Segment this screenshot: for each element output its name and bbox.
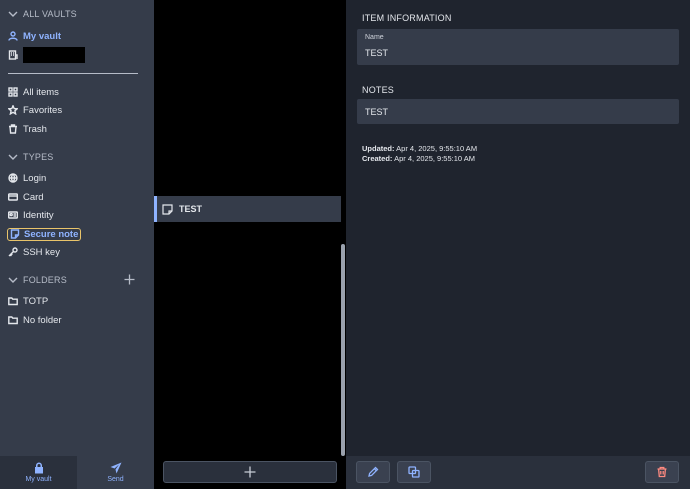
updated-meta: Updated: Apr 4, 2025, 9:55:10 AM	[362, 144, 477, 153]
sidebar-item-label: No folder	[23, 314, 62, 326]
sidebar-item-card[interactable]: Card	[8, 188, 44, 206]
folders-heading: FOLDERS	[23, 275, 67, 285]
all-vaults-heading: ALL VAULTS	[23, 9, 77, 19]
folder-icon	[8, 315, 18, 325]
list-item[interactable]: TEST	[154, 196, 341, 222]
sidebar-item-label: Card	[23, 191, 44, 203]
sidebar-item-favorites[interactable]: Favorites	[8, 101, 62, 119]
sidebar-item-organization[interactable]	[8, 46, 85, 64]
nav-label: My vault	[25, 476, 52, 483]
sidebar: ALL VAULTS My vault All items Favorites …	[0, 0, 154, 489]
nav-my-vault-button[interactable]: My vault	[0, 456, 77, 489]
sidebar-item-no-folder[interactable]: No folder	[8, 311, 62, 329]
name-field-label: Name	[365, 34, 384, 41]
globe-icon	[8, 173, 18, 183]
folder-icon	[8, 296, 18, 306]
sidebar-item-label: My vault	[23, 30, 62, 42]
created-value: Apr 4, 2025, 9:55:10 AM	[394, 154, 475, 163]
clone-button[interactable]	[397, 461, 431, 483]
secure-note-highlight: Secure note	[6, 227, 82, 241]
name-field-value: TEST	[365, 48, 389, 58]
pencil-icon	[368, 466, 379, 477]
sidebar-item-label: Secure note	[24, 228, 79, 240]
note-icon	[10, 229, 20, 239]
key-icon	[8, 247, 18, 257]
notes-heading: NOTES	[362, 85, 395, 95]
sidebar-item-label: Favorites	[23, 104, 63, 116]
grid-icon	[8, 87, 18, 97]
sidebar-item-label: SSH key	[23, 246, 60, 258]
nav-send-button[interactable]: Send	[77, 456, 154, 489]
list-footer	[154, 456, 346, 489]
item-detail: ITEM INFORMATION Name TEST NOTES TEST Up…	[346, 0, 690, 456]
sidebar-item-ssh-key[interactable]: SSH key	[8, 243, 60, 261]
note-icon	[162, 203, 173, 215]
plus-icon	[124, 274, 134, 284]
credit-card-icon	[8, 192, 18, 202]
notes-field[interactable]: TEST	[357, 99, 679, 124]
chevron-down-icon	[8, 152, 18, 162]
item-list: TEST	[154, 0, 346, 456]
item-information-heading: ITEM INFORMATION	[362, 13, 452, 23]
redacted-organization-name	[23, 47, 85, 63]
edit-button[interactable]	[356, 461, 390, 483]
notes-field-value: TEST	[365, 107, 389, 117]
sidebar-item-login[interactable]: Login	[8, 169, 46, 187]
sidebar-item-label: Identity	[23, 209, 54, 221]
sidebar-item-identity[interactable]: Identity	[8, 206, 54, 224]
sidebar-item-label: Trash	[23, 123, 47, 135]
bottom-navigation: My vault Send	[0, 456, 154, 489]
types-toggle[interactable]: TYPES	[8, 148, 54, 166]
sidebar-item-trash[interactable]: Trash	[8, 120, 47, 138]
all-vaults-toggle[interactable]: ALL VAULTS	[8, 5, 77, 23]
created-label: Created:	[362, 154, 393, 163]
trash-icon	[657, 466, 667, 478]
chevron-down-icon	[8, 275, 18, 285]
sidebar-item-label: All items	[23, 86, 59, 98]
updated-label: Updated:	[362, 144, 395, 153]
sidebar-item-label: Login	[23, 172, 47, 184]
sidebar-item-folder-totp[interactable]: TOTP	[8, 292, 48, 310]
plus-icon	[244, 466, 256, 478]
detail-footer	[346, 456, 690, 489]
sidebar-item-secure-note[interactable]: Secure note	[6, 225, 82, 243]
paper-plane-icon	[110, 462, 121, 474]
user-icon	[8, 31, 18, 41]
add-item-button[interactable]	[163, 461, 337, 483]
list-item-name: TEST	[179, 204, 203, 214]
folders-toggle[interactable]: FOLDERS	[8, 271, 67, 289]
types-heading: TYPES	[23, 152, 54, 162]
updated-value: Apr 4, 2025, 9:55:10 AM	[396, 144, 478, 153]
nav-label: Send	[107, 476, 124, 483]
add-folder-button[interactable]	[122, 272, 136, 286]
sidebar-item-my-vault[interactable]: My vault	[8, 27, 61, 45]
sidebar-divider	[8, 73, 138, 74]
list-scrollbar[interactable]	[341, 244, 345, 456]
trash-icon	[8, 124, 18, 134]
delete-button[interactable]	[645, 461, 679, 483]
id-card-icon	[8, 210, 18, 220]
lock-icon	[34, 462, 43, 474]
created-meta: Created: Apr 4, 2025, 9:55:10 AM	[362, 154, 475, 163]
chevron-down-icon	[8, 9, 18, 19]
clone-icon	[408, 466, 420, 478]
sidebar-item-label: TOTP	[23, 295, 49, 307]
sidebar-item-all-items[interactable]: All items	[8, 83, 59, 101]
building-icon	[8, 50, 18, 60]
name-field[interactable]: Name TEST	[357, 29, 679, 65]
star-icon	[8, 105, 18, 115]
